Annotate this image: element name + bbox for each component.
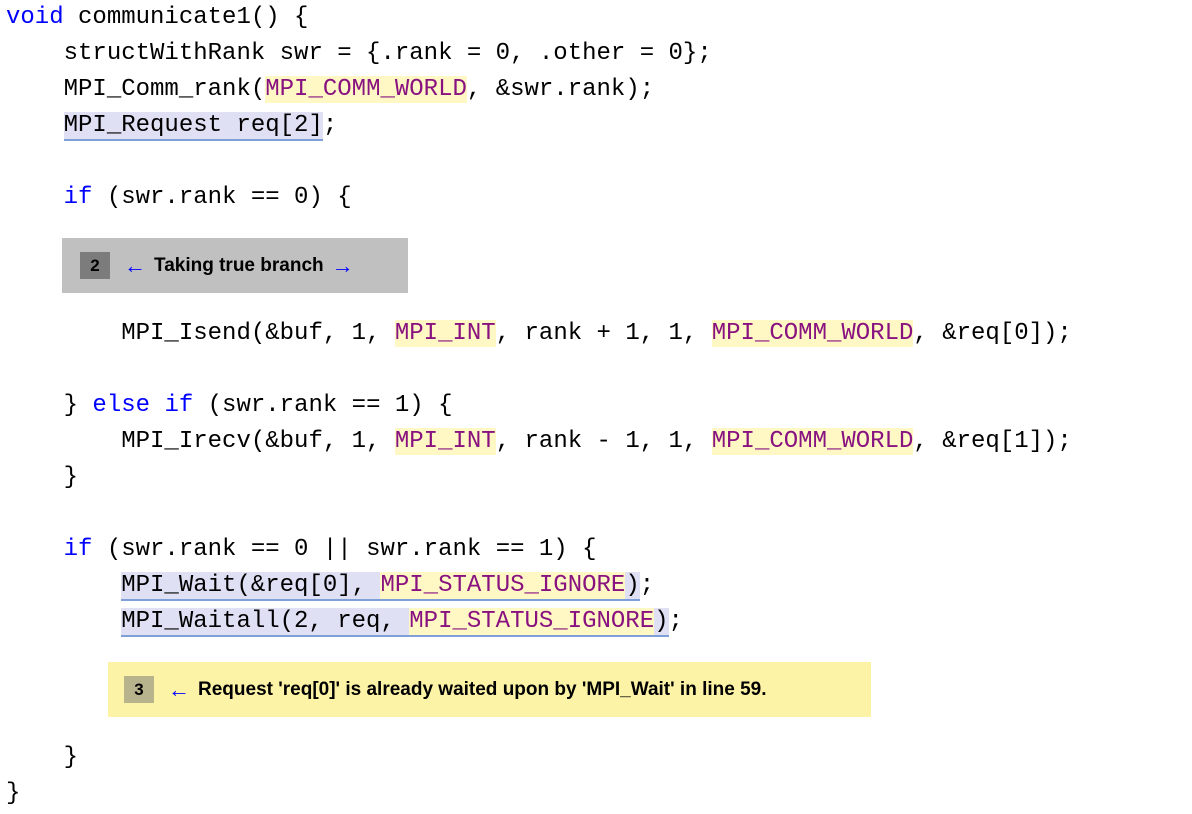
code-line-14: } (6, 780, 21, 807)
code-line-1: void communicate1() { (6, 4, 309, 31)
highlight-mpi-waitall[interactable]: MPI_Waitall(2, req, MPI_STATUS_IGNORE) (121, 608, 669, 637)
code-line-5: if (swr.rank == 0) { (63, 184, 352, 211)
path-note-2: 2 ← Taking true branch → (62, 238, 408, 293)
keyword-if: if (63, 536, 93, 563)
macro-mpi-comm-world: MPI_COMM_WORLD (711, 320, 914, 347)
path-note-2-text: Taking true branch (154, 254, 324, 276)
path-note-2-number: 2 (80, 252, 110, 279)
highlight-mpi-request-decl[interactable]: MPI_Request req[2] (63, 112, 323, 141)
macro-mpi-status-ignore: MPI_STATUS_IGNORE (380, 572, 626, 599)
keyword-if: if (164, 392, 194, 419)
macro-mpi-comm-world: MPI_COMM_WORLD (711, 428, 914, 455)
left-arrow-icon[interactable]: ← (168, 677, 190, 703)
macro-mpi-status-ignore: MPI_STATUS_IGNORE (409, 608, 655, 635)
code-line-6: MPI_Isend(&buf, 1, MPI_INT, rank + 1, 1,… (6, 320, 1072, 347)
keyword-if: if (63, 184, 93, 211)
code-line-9: } (6, 464, 79, 491)
code-line-4: MPI_Request req[2]; (63, 112, 338, 141)
code-line-11: MPI_Wait(&req[0], MPI_STATUS_IGNORE); (121, 572, 655, 601)
path-note-3-number: 3 (124, 676, 154, 703)
macro-mpi-comm-world: MPI_COMM_WORLD (265, 76, 467, 103)
code-line-12: MPI_Waitall(2, req, MPI_STATUS_IGNORE); (121, 608, 683, 637)
keyword-void: void (6, 4, 64, 31)
code-line-10: if (swr.rank == 0 || swr.rank == 1) { (63, 536, 597, 563)
code-line-2: structWithRank swr = {.rank = 0, .other … (6, 40, 712, 67)
macro-mpi-int: MPI_INT (394, 320, 496, 347)
code-line-8: MPI_Irecv(&buf, 1, MPI_INT, rank - 1, 1,… (6, 428, 1072, 455)
code-line-13: } (6, 744, 79, 771)
path-note-3-text: Request 'req[0]' is already waited upon … (198, 678, 767, 700)
right-arrow-icon[interactable]: → (332, 253, 354, 279)
code-line-3: MPI_Comm_rank(MPI_COMM_WORLD, &swr.rank)… (6, 76, 655, 103)
keyword-else: else (92, 392, 151, 419)
left-arrow-icon[interactable]: ← (124, 253, 146, 279)
highlight-mpi-wait[interactable]: MPI_Wait(&req[0], MPI_STATUS_IGNORE) (121, 572, 640, 601)
macro-mpi-int: MPI_INT (394, 428, 496, 455)
code-line-7: } else if (swr.rank == 1) { (6, 392, 453, 419)
path-note-3: 3 ← Request 'req[0]' is already waited u… (108, 662, 871, 717)
